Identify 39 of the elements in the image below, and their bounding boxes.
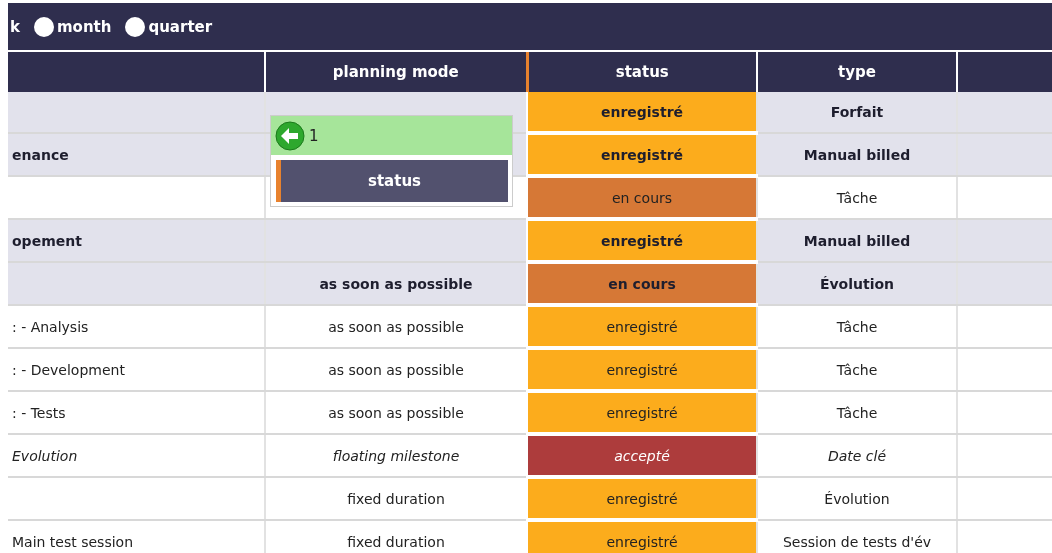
task-name-cell: : - Development — [8, 348, 265, 391]
type-cell: Manual billed — [757, 133, 957, 176]
status-cell: enregistré — [527, 92, 757, 133]
task-name-cell: Evolution — [8, 434, 265, 477]
task-name-cell: : - Tests — [8, 391, 265, 434]
type-cell: Tâche — [757, 348, 957, 391]
status-cell: enregistré — [527, 219, 757, 262]
radio-label[interactable]: k — [10, 17, 20, 36]
type-cell: Session de tests d'év — [757, 520, 957, 553]
column-header: planning mode — [265, 52, 527, 92]
type-cell: Manual billed — [757, 219, 957, 262]
dragged-column-header: status — [276, 160, 508, 202]
type-cell: Évolution — [757, 477, 957, 520]
planning-mode-cell: as soon as possible — [265, 262, 527, 305]
status-cell: enregistré — [527, 477, 757, 520]
task-name-cell: enance — [8, 133, 265, 176]
type-cell: Évolution — [757, 262, 957, 305]
task-name-cell: opement — [8, 219, 265, 262]
type-cell: Tâche — [757, 305, 957, 348]
radio-label[interactable]: month — [57, 17, 112, 36]
status-cell: en cours — [527, 262, 757, 305]
status-cell: accepté — [527, 434, 757, 477]
status-cell: enregistré — [527, 391, 757, 434]
drag-count: 1 — [309, 126, 319, 145]
task-name-cell: : - Analysis — [8, 305, 265, 348]
radio-button[interactable] — [34, 16, 54, 37]
status-cell: enregistré — [527, 520, 757, 553]
type-cell: Forfait — [757, 92, 957, 133]
status-cell: enregistré — [527, 133, 757, 176]
column-header: status — [527, 52, 757, 92]
radio-label[interactable]: quarter — [148, 17, 213, 36]
task-name-cell: Main test session — [8, 520, 265, 553]
column-header: type — [757, 52, 957, 92]
status-cell: enregistré — [527, 305, 757, 348]
radio-button[interactable] — [125, 16, 146, 37]
type-cell: Date clé — [757, 434, 957, 477]
type-cell: Tâche — [757, 391, 957, 434]
status-cell: enregistré — [527, 348, 757, 391]
status-cell: en cours — [527, 176, 757, 219]
